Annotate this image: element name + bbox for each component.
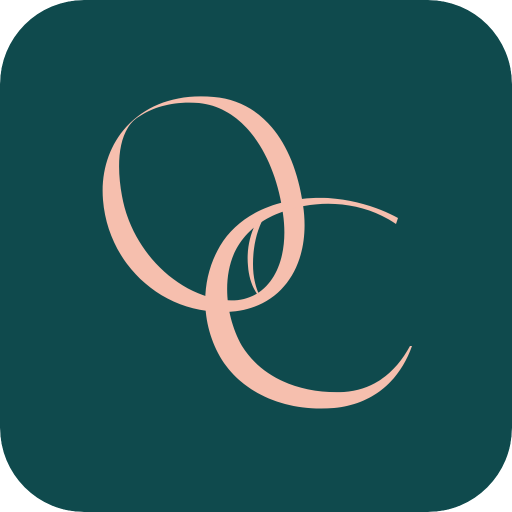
- oc-monogram-logo-icon: [0, 0, 512, 512]
- app-icon-background: [0, 0, 512, 512]
- app-icon[interactable]: [0, 0, 512, 512]
